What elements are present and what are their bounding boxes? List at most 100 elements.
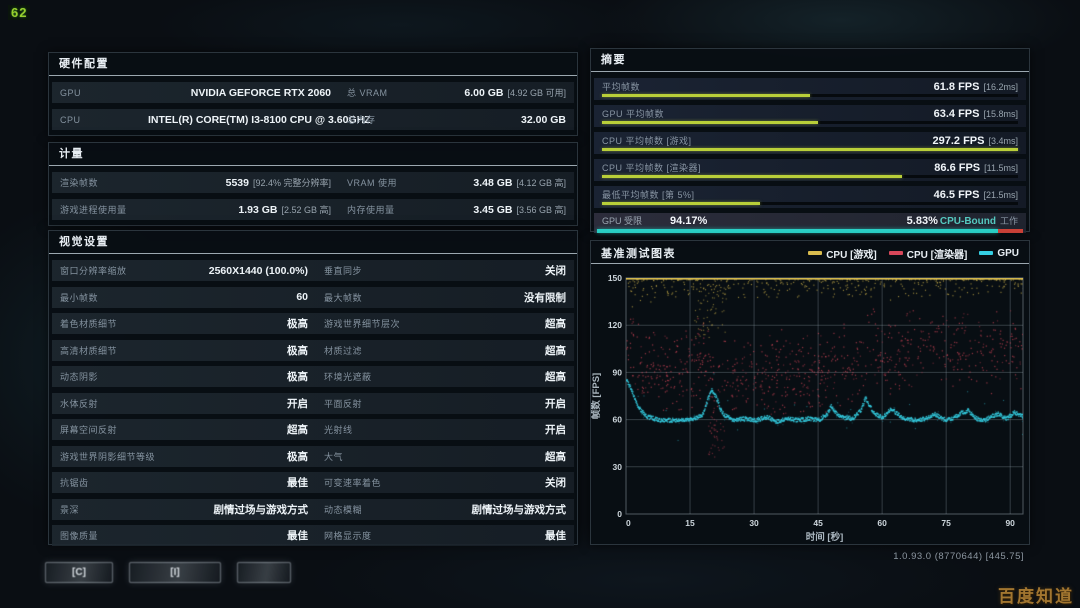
chart-legend: CPU [游戏]CPU [渲染器]GPU: [808, 246, 1019, 261]
setting-label: 最大帧数: [308, 291, 466, 304]
setting-value: 最佳: [200, 528, 308, 543]
setting-value: INTEL(R) CORE(TM) I3-8100 CPU @ 3.60GHZ: [148, 114, 331, 126]
metering-panel: 计量 渲染帧数5539[92.4% 完整分辨率]VRAM 使用3.48 GB[4…: [48, 142, 578, 226]
summary-rows: 平均帧数61.8 FPS[16.2ms] GPU 平均帧数63.4 FPS[15.…: [591, 72, 1029, 233]
fps-bar-track: [602, 94, 1018, 97]
summary-row-line: GPU 平均帧数63.4 FPS[15.8ms]: [602, 107, 1018, 120]
key-prompt-button[interactable]: [C]: [45, 562, 113, 583]
setting-label: 垂直同步: [308, 264, 466, 277]
svg-text:120: 120: [608, 320, 622, 330]
setting-value-detail: [4.92 GB 可用]: [507, 88, 566, 98]
setting-label: 游戏进程使用量: [52, 203, 148, 216]
setting-value: 剧情过场与游戏方式: [466, 502, 574, 517]
setting-label: 大气: [308, 450, 466, 463]
setting-row: 抗锯齿最佳可变速率着色关闭: [52, 472, 574, 493]
setting-row: 游戏世界阴影细节等级极高大气超高: [52, 446, 574, 467]
setting-value: 关闭: [466, 475, 574, 490]
fps-bar-fill: [602, 202, 760, 205]
summary-value: 86.6 FPS[11.5ms]: [934, 162, 1018, 174]
gpu-bound-row: GPU 受限94.17%5.83%CPU-Bound工作: [594, 213, 1026, 233]
svg-text:60: 60: [613, 415, 623, 425]
key-prompt-button[interactable]: [I]: [129, 562, 221, 583]
setting-label: 水体反射: [52, 397, 200, 410]
fps-bar-track: [602, 202, 1018, 205]
benchmark-chart-panel: 基准测试图表 CPU [游戏]CPU [渲染器]GPU 0 30 60 90 120 15…: [590, 240, 1030, 545]
setting-value: 3.48 GB[4.12 GB 高]: [461, 176, 574, 189]
summary-value-ms: [3.4ms]: [988, 136, 1018, 146]
legend-swatch: [979, 251, 993, 255]
summary-label: CPU 平均帧数 [游戏]: [602, 134, 692, 147]
panel-title: 摘要: [591, 49, 1029, 72]
setting-label: 内存使用量: [331, 203, 461, 216]
chart-title: 基准测试图表: [601, 245, 676, 261]
summary-row-line: 最低平均帧数 [第 5%]46.5 FPS[21.5ms]: [602, 188, 1018, 201]
key-prompt-button[interactable]: [237, 562, 291, 583]
setting-row: 水体反射开启平面反射开启: [52, 393, 574, 414]
setting-row: 图像质量最佳网格显示度最佳: [52, 525, 574, 546]
setting-value: 超高: [466, 449, 574, 464]
summary-row: GPU 平均帧数63.4 FPS[15.8ms]: [594, 105, 1026, 127]
setting-row: 着色材质细节极高游戏世界细节层次超高: [52, 313, 574, 334]
setting-row: 窗口分辨率缩放2560X1440 (100.0%)垂直同步关闭: [52, 260, 574, 281]
setting-value: 1.93 GB[2.52 GB 高]: [148, 203, 331, 216]
setting-label: 最小帧数: [52, 291, 200, 304]
bound-bar-cpu-segment: [998, 229, 1023, 233]
setting-label: 动态模糊: [308, 503, 466, 516]
svg-text:75: 75: [941, 518, 951, 528]
svg-text:0: 0: [617, 509, 622, 519]
fps-counter: 62: [8, 5, 30, 20]
setting-label: 总 VRAM: [331, 86, 461, 99]
hardware-config-panel: 硬件配置 GPUNVIDIA GEFORCE RTX 2060总 VRAM6.0…: [48, 52, 578, 136]
fps-bar-fill: [602, 94, 810, 97]
setting-value: 极高: [200, 449, 308, 464]
setting-label: 窗口分辨率缩放: [52, 264, 200, 277]
gpu-bound-line: GPU 受限94.17%5.83%CPU-Bound工作: [602, 214, 1018, 227]
svg-text:30: 30: [613, 462, 623, 472]
setting-label: 高清材质细节: [52, 344, 200, 357]
fps-bar-fill: [602, 148, 1018, 151]
fps-bar-fill: [602, 175, 902, 178]
setting-label: CPU: [52, 115, 148, 125]
summary-row-line: CPU 平均帧数 [游戏]297.2 FPS[3.4ms]: [602, 134, 1018, 147]
setting-label: 着色材质细节: [52, 317, 200, 330]
summary-label: 最低平均帧数 [第 5%]: [602, 188, 695, 201]
summary-value-ms: [15.8ms]: [983, 109, 1018, 119]
setting-row: 游戏进程使用量1.93 GB[2.52 GB 高]内存使用量3.45 GB[3.…: [52, 199, 574, 220]
setting-label: GPU: [52, 88, 148, 98]
cpu-bound-group: 5.83%CPU-Bound工作: [907, 214, 1018, 227]
summary-value: 61.8 FPS[16.2ms]: [934, 81, 1018, 93]
summary-row-line: CPU 平均帧数 [渲染器] 86.6 FPS[11.5ms]: [602, 161, 1018, 174]
summary-row: 平均帧数61.8 FPS[16.2ms]: [594, 78, 1026, 100]
setting-label: 光射线: [308, 423, 466, 436]
gpu-bound-percent: 94.17%: [670, 215, 707, 227]
legend-item: GPU: [979, 248, 1019, 259]
svg-text:时间 [秒]: 时间 [秒]: [806, 531, 843, 543]
summary-value-ms: [11.5ms]: [984, 163, 1018, 173]
panel-title: 计量: [49, 143, 577, 166]
setting-value: 没有限制: [466, 290, 574, 305]
setting-row: 渲染帧数5539[92.4% 完整分辨率]VRAM 使用3.48 GB[4.12…: [52, 172, 574, 193]
setting-label: 景深: [52, 503, 200, 516]
svg-text:0: 0: [626, 518, 631, 528]
setting-value: 3.45 GB[3.56 GB 高]: [461, 203, 574, 216]
setting-value: 极高: [200, 316, 308, 331]
panel-title: 硬件配置: [49, 53, 577, 76]
summary-value-ms: [16.2ms]: [983, 82, 1018, 92]
setting-row: 高清材质细节极高材质过滤超高: [52, 340, 574, 361]
bound-bar-gpu-segment: [597, 229, 998, 233]
hardware-rows: GPUNVIDIA GEFORCE RTX 2060总 VRAM6.00 GB[…: [49, 76, 577, 130]
legend-swatch: [808, 251, 822, 255]
svg-text:150: 150: [608, 273, 622, 283]
summary-label: GPU 平均帧数: [602, 107, 664, 120]
svg-text:45: 45: [813, 518, 823, 528]
setting-value: 超高: [466, 369, 574, 384]
setting-value: 开启: [466, 422, 574, 437]
svg-text:90: 90: [1005, 518, 1015, 528]
setting-value: 超高: [200, 422, 308, 437]
setting-value: 60: [200, 291, 308, 303]
summary-label: CPU 平均帧数 [渲染器]: [602, 161, 701, 174]
legend-item: CPU [游戏]: [808, 246, 877, 261]
setting-label: 可变速率着色: [308, 476, 466, 489]
chart-header: 基准测试图表 CPU [游戏]CPU [渲染器]GPU: [591, 241, 1029, 264]
setting-value-detail: [92.4% 完整分辨率]: [253, 178, 331, 188]
